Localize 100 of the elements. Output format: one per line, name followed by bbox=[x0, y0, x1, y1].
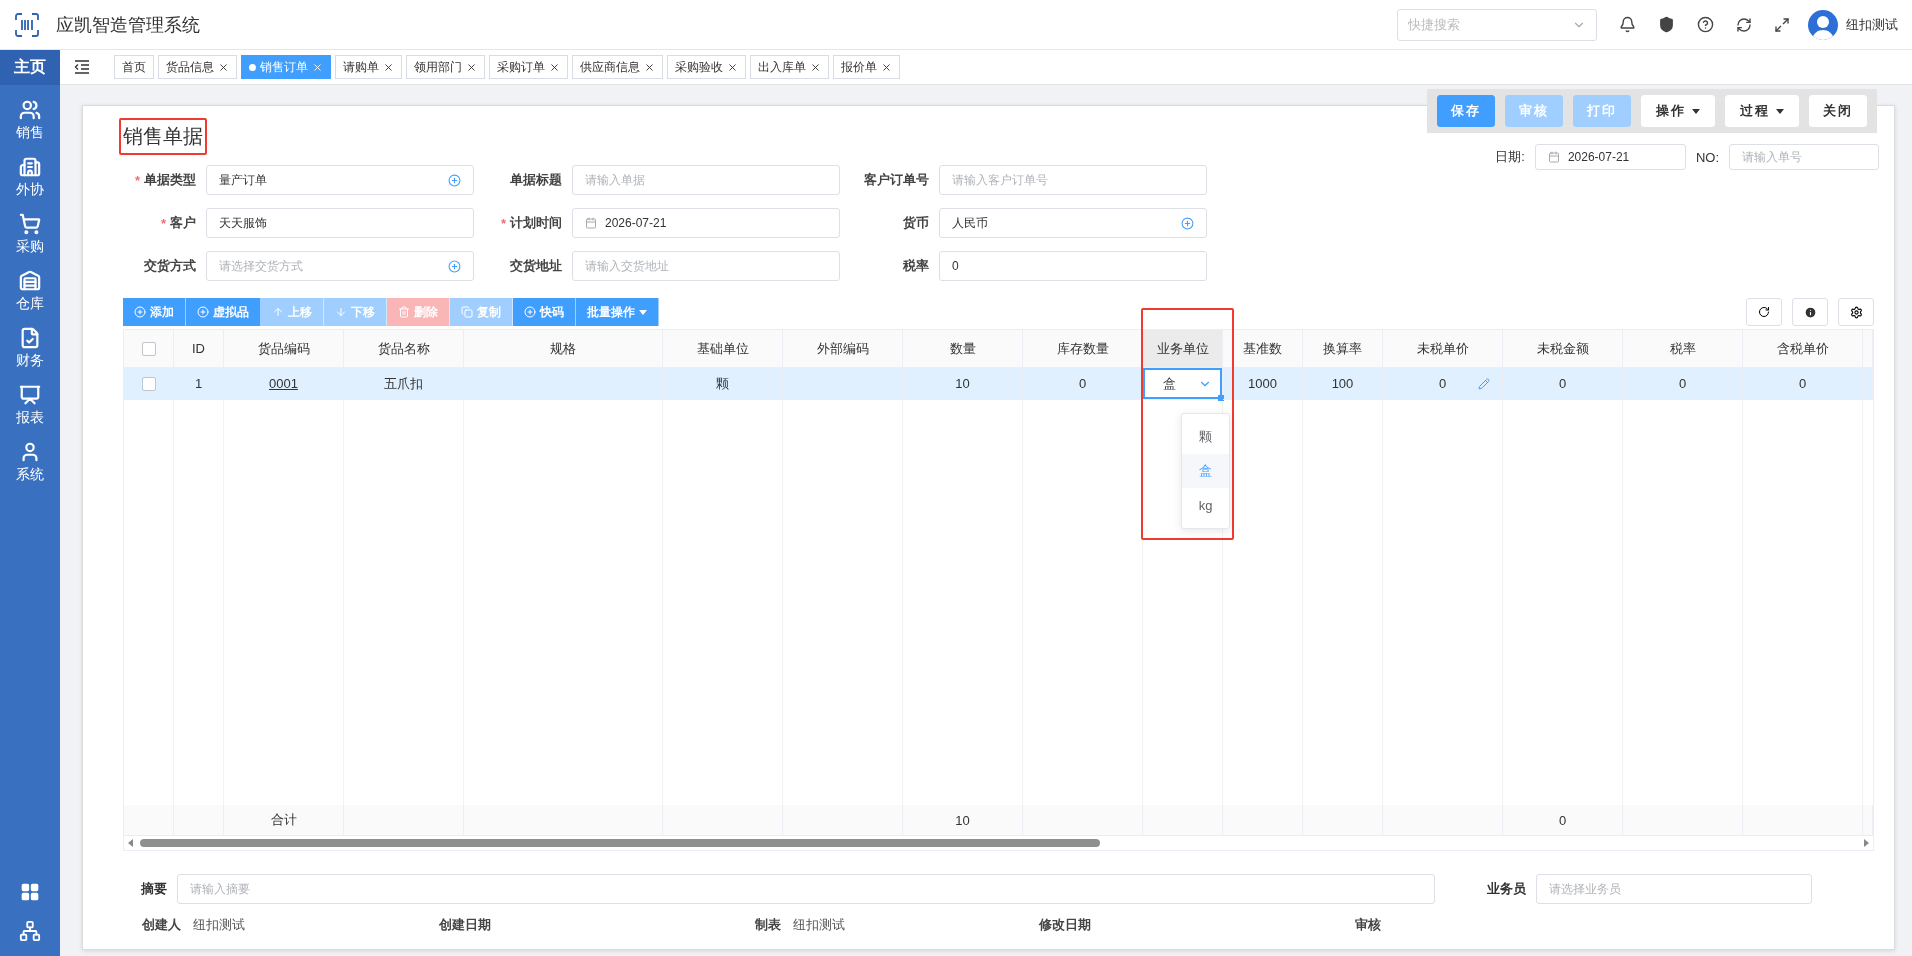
field-label: 业务员 bbox=[1487, 880, 1526, 898]
no-label: NO: bbox=[1695, 149, 1719, 165]
link[interactable]: 0001 bbox=[269, 376, 298, 391]
refresh-button[interactable] bbox=[1746, 298, 1782, 326]
sidebar-item[interactable]: 报表 bbox=[16, 409, 44, 427]
fullscreen-icon[interactable] bbox=[1774, 16, 1790, 33]
sidebar-item[interactable]: 销售 bbox=[16, 124, 44, 142]
close-icon[interactable] bbox=[466, 61, 477, 73]
sidebar-item[interactable]: 财务 bbox=[16, 352, 44, 370]
close-icon[interactable] bbox=[810, 61, 821, 73]
meta-label: 创建人 bbox=[141, 916, 182, 934]
plus-circle-icon bbox=[134, 306, 146, 318]
user-name[interactable]: 纽扣测试 bbox=[1846, 15, 1898, 34]
meta-value: 纽扣测试 bbox=[193, 917, 245, 932]
tab[interactable]: 首页 bbox=[114, 55, 154, 79]
warehouse-icon[interactable] bbox=[19, 270, 41, 292]
info-button[interactable] bbox=[1792, 298, 1828, 326]
network-icon[interactable] bbox=[19, 920, 41, 942]
help-icon[interactable] bbox=[1697, 16, 1714, 33]
cart-icon[interactable] bbox=[19, 213, 41, 235]
presentation-icon[interactable] bbox=[19, 384, 41, 406]
select-field[interactable]: 人民币 bbox=[939, 208, 1207, 238]
plus-circle-icon bbox=[448, 259, 461, 273]
settings-button[interactable] bbox=[1838, 298, 1874, 326]
collapse-menu-icon[interactable] bbox=[74, 60, 90, 74]
dropdown-option[interactable]: 颗 bbox=[1182, 420, 1229, 454]
tab[interactable]: 采购验收 bbox=[667, 55, 746, 79]
table-cell: 0 bbox=[1743, 368, 1863, 400]
app-title: 应凯智造管理系统 bbox=[56, 13, 200, 37]
dropdown-option[interactable]: kg bbox=[1182, 488, 1229, 522]
caret-icon bbox=[1692, 108, 1700, 114]
document-check-icon[interactable] bbox=[19, 327, 41, 349]
close-icon[interactable] bbox=[727, 61, 738, 73]
home-button[interactable]: 主页 bbox=[0, 50, 60, 85]
form-title: 销售单据 bbox=[119, 118, 207, 155]
tab[interactable]: 请购单 bbox=[335, 55, 402, 79]
meta-label: 创建日期 bbox=[438, 916, 492, 934]
field-label: 客户订单号 bbox=[863, 171, 929, 189]
action-button[interactable]: 操作 bbox=[1641, 95, 1715, 127]
unit-select[interactable]: 盒 bbox=[1143, 368, 1222, 399]
field-label: * 计划时间 bbox=[499, 214, 562, 233]
refresh-icon bbox=[1758, 306, 1770, 318]
field-label: 税率 bbox=[902, 257, 929, 275]
select-field[interactable]: 量产订单 bbox=[206, 165, 474, 195]
sidebar-item[interactable]: 采购 bbox=[16, 238, 44, 256]
tab[interactable]: 出入库单 bbox=[750, 55, 829, 79]
action-button[interactable]: 过程 bbox=[1725, 95, 1799, 127]
date-field[interactable]: 2026-07-21 bbox=[1534, 144, 1686, 170]
sidebar-item[interactable]: 外协 bbox=[16, 181, 44, 199]
input-field[interactable]: 0 bbox=[939, 251, 1207, 281]
meta-label: 修改日期 bbox=[1037, 916, 1092, 934]
tab[interactable]: 采购订单 bbox=[489, 55, 568, 79]
avatar[interactable] bbox=[1808, 9, 1838, 40]
close-icon[interactable] bbox=[383, 61, 394, 73]
grid-icon[interactable] bbox=[20, 882, 40, 902]
refresh-icon[interactable] bbox=[1736, 16, 1752, 33]
person-icon[interactable] bbox=[19, 441, 41, 463]
building-icon[interactable] bbox=[19, 156, 41, 178]
date-field[interactable]: 2026-07-21 bbox=[572, 208, 840, 238]
meta-value: 纽扣测试 bbox=[793, 917, 845, 932]
bell-icon[interactable] bbox=[1619, 16, 1636, 33]
barcode-logo-icon bbox=[14, 11, 40, 38]
table-cell: 颗 bbox=[663, 368, 783, 400]
field-label: * 客户 bbox=[159, 214, 196, 233]
arrow-up-icon bbox=[272, 306, 284, 318]
sidebar-item[interactable]: 仓库 bbox=[16, 295, 44, 313]
settings-icon bbox=[1849, 305, 1863, 319]
close-icon[interactable] bbox=[218, 61, 229, 73]
field-label: 交货方式 bbox=[143, 257, 196, 275]
meta-label: 审核 bbox=[1354, 916, 1382, 934]
field-label: 交货地址 bbox=[509, 257, 562, 275]
tab[interactable]: 领用部门 bbox=[406, 55, 485, 79]
tab[interactable]: 报价单 bbox=[833, 55, 900, 79]
action-button[interactable]: 关闭 bbox=[1809, 95, 1867, 127]
caret-icon bbox=[639, 309, 647, 315]
plus-circle-icon bbox=[448, 173, 461, 187]
close-icon[interactable] bbox=[549, 61, 560, 73]
close-icon[interactable] bbox=[881, 61, 892, 73]
field-label: * 单据类型 bbox=[133, 171, 196, 190]
checkbox[interactable] bbox=[141, 341, 156, 356]
close-icon[interactable] bbox=[644, 61, 655, 73]
shield-icon[interactable] bbox=[1658, 16, 1675, 33]
table-cell: 0 bbox=[1623, 368, 1743, 400]
sidebar-item[interactable]: 系统 bbox=[16, 466, 44, 484]
checkbox[interactable] bbox=[141, 376, 156, 391]
cell-text: 0 bbox=[1438, 376, 1447, 391]
plus-circle-icon bbox=[524, 306, 536, 318]
column-header[interactable]: 业务单位 bbox=[1143, 330, 1223, 368]
copy-icon bbox=[461, 306, 473, 318]
table-cell: 1000 bbox=[1223, 368, 1303, 400]
arrow-down-icon bbox=[335, 306, 347, 318]
fill-handle[interactable] bbox=[1218, 395, 1224, 401]
input-field[interactable]: 天天服饰 bbox=[206, 208, 474, 238]
tab[interactable]: 货品信息 bbox=[158, 55, 237, 79]
tab[interactable]: 供应商信息 bbox=[572, 55, 663, 79]
field-label: 货币 bbox=[902, 214, 929, 232]
table-cell: 0 bbox=[1503, 368, 1623, 400]
table-cell: 10 bbox=[903, 368, 1023, 400]
people-icon[interactable] bbox=[19, 99, 41, 121]
info-icon bbox=[1803, 305, 1817, 319]
